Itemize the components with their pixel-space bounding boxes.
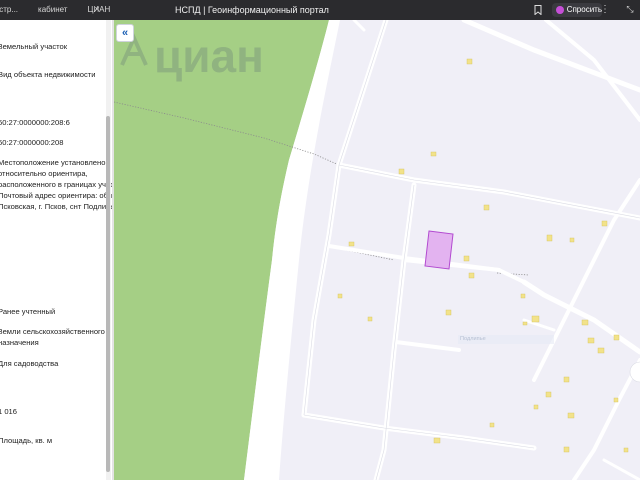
browser-toolbar: кадастр... кабинет ЦИАН × НСПД | Геоинфо… (0, 0, 640, 20)
roads (301, 20, 640, 480)
info-line: 60:27:0000000:208 (0, 138, 64, 147)
close-tab-icon[interactable]: × (92, 4, 102, 14)
cian-watermark-logo: циан (120, 30, 264, 82)
window-resize-icon[interactable]: ⤡ (624, 3, 636, 15)
info-line: 1 016 (0, 407, 18, 416)
assistant-icon (556, 6, 564, 14)
tab-strip: кадастр... кабинет ЦИАН (0, 0, 120, 20)
collapse-panel-button[interactable]: « (116, 24, 134, 42)
tab-1[interactable]: кадастр... (0, 0, 28, 20)
info-line: Почтовый адрес ориентира: обл. (0, 191, 113, 200)
info-line: назначения (0, 338, 39, 347)
info-line: Земельный участок (0, 42, 68, 51)
more-menu-icon[interactable]: ⋮ (600, 3, 610, 17)
ask-button-label: Спросить (566, 5, 602, 14)
info-line: Площадь, кв. м (0, 436, 53, 445)
map-view[interactable]: циан (114, 20, 640, 480)
info-line: Земли сельскохозяйственного (0, 327, 105, 336)
info-line: Для садоводства (0, 359, 59, 368)
info-line: Вид объекта недвижимости (0, 70, 96, 79)
street-name-label: Подлипье (460, 336, 486, 342)
info-line: 60:27:0000000:208:6 (0, 118, 70, 127)
info-line: расположенного в границах участка. (0, 180, 112, 189)
info-line: Псковская, г. Псков, снт Подлипье, (0, 202, 113, 211)
object-info-panel: Земельный участок Вид объекта недвижимос… (0, 20, 113, 480)
info-line: Ранее учтенный (0, 307, 56, 316)
svg-text:циан: циан (154, 30, 264, 82)
ask-button[interactable]: Спросить (552, 3, 602, 17)
info-line: Местоположение установлено (0, 158, 106, 167)
info-line: относительно ориентира, (0, 169, 88, 178)
tab-2[interactable]: кабинет (28, 0, 77, 20)
selected-parcel (424, 230, 454, 270)
page-title: НСПД | Геоинформационный портал (175, 5, 329, 15)
bookmark-icon[interactable] (534, 5, 542, 15)
panel-scrollbar-thumb[interactable] (106, 116, 110, 472)
